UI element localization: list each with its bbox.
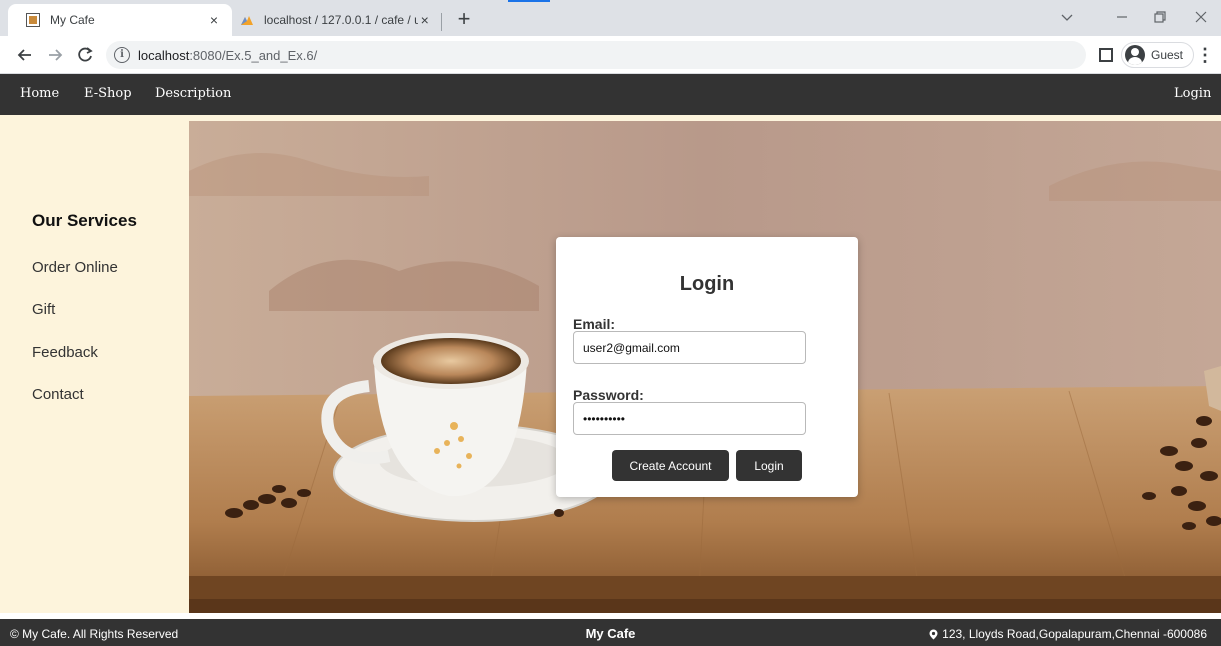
email-input[interactable] (573, 331, 806, 364)
footer-address: 123, Lloyds Road,Gopalapuram,Chennai -60… (942, 627, 1207, 641)
browser-tab-bar: My Cafe × localhost / 127.0.0.1 / cafe /… (0, 0, 1221, 36)
sidebar-title: Our Services (32, 211, 137, 230)
site-footer: © My Cafe. All Rights Reserved My Cafe 1… (0, 619, 1221, 646)
url-host: localhost (138, 47, 190, 63)
tab-title: My Cafe (50, 13, 95, 27)
footer-address-block: 123, Lloyds Road,Gopalapuram,Chennai -60… (929, 627, 1207, 641)
login-card: Login Email: Password: Create Account Lo… (556, 237, 858, 497)
site-info-icon[interactable]: i (114, 47, 130, 63)
map-pin-icon (929, 629, 938, 639)
tab-title: localhost / 127.0.0.1 / cafe / use (264, 13, 418, 27)
tab-loading-indicator (508, 0, 550, 2)
minimize-icon[interactable] (1115, 10, 1129, 24)
tab-phpmyadmin[interactable]: localhost / 127.0.0.1 / cafe / use × (232, 4, 442, 36)
browser-menu-icon[interactable]: ⋮ (1196, 44, 1214, 66)
tab-close-icon[interactable]: × (418, 12, 433, 28)
nav-home-link[interactable]: Home (20, 86, 59, 101)
password-label: Password: (573, 387, 644, 403)
sidebar-item-gift[interactable]: Gift (32, 301, 55, 318)
tab-close-icon[interactable]: × (206, 12, 222, 28)
sidebar-item-feedback[interactable]: Feedback (32, 344, 98, 361)
close-window-icon[interactable] (1194, 10, 1208, 24)
phpmyadmin-favicon-icon (241, 16, 253, 25)
back-arrow-icon[interactable] (14, 44, 36, 66)
url-path: :8080/Ex.5_and_Ex.6/ (189, 47, 318, 63)
create-account-button[interactable]: Create Account (612, 450, 729, 481)
tab-my-cafe[interactable]: My Cafe × (8, 4, 232, 36)
browser-toolbar: i localhost:8080/Ex.5_and_Ex.6/ Guest ⋮ (0, 36, 1221, 74)
address-bar[interactable]: i localhost:8080/Ex.5_and_Ex.6/ (106, 41, 1086, 69)
services-sidebar: Our Services Order Online Gift Feedback … (0, 121, 189, 613)
profile-button[interactable]: Guest (1121, 42, 1195, 68)
restore-icon[interactable] (1153, 10, 1167, 24)
login-title: Login (679, 273, 735, 295)
nav-description-link[interactable]: Description (155, 86, 231, 101)
forward-arrow-icon[interactable] (44, 44, 66, 66)
side-panel-icon[interactable] (1099, 48, 1113, 62)
reload-icon[interactable] (74, 44, 96, 66)
guest-avatar-icon (1125, 45, 1145, 65)
password-input[interactable] (573, 402, 806, 435)
sidebar-item-order-online[interactable]: Order Online (32, 259, 118, 276)
new-tab-icon[interactable]: + (452, 8, 476, 32)
cafe-favicon-icon (26, 13, 40, 27)
site-navbar: Home E-Shop Description Login (0, 74, 1221, 115)
tab-separator (441, 13, 442, 31)
login-button[interactable]: Login (736, 450, 802, 481)
sidebar-item-contact[interactable]: Contact (32, 386, 84, 403)
profile-label: Guest (1151, 48, 1184, 62)
tab-search-chevron-icon[interactable] (1060, 10, 1074, 24)
nav-login-link[interactable]: Login (1174, 86, 1211, 101)
nav-eshop-link[interactable]: E-Shop (84, 86, 132, 101)
email-label: Email: (573, 316, 616, 332)
